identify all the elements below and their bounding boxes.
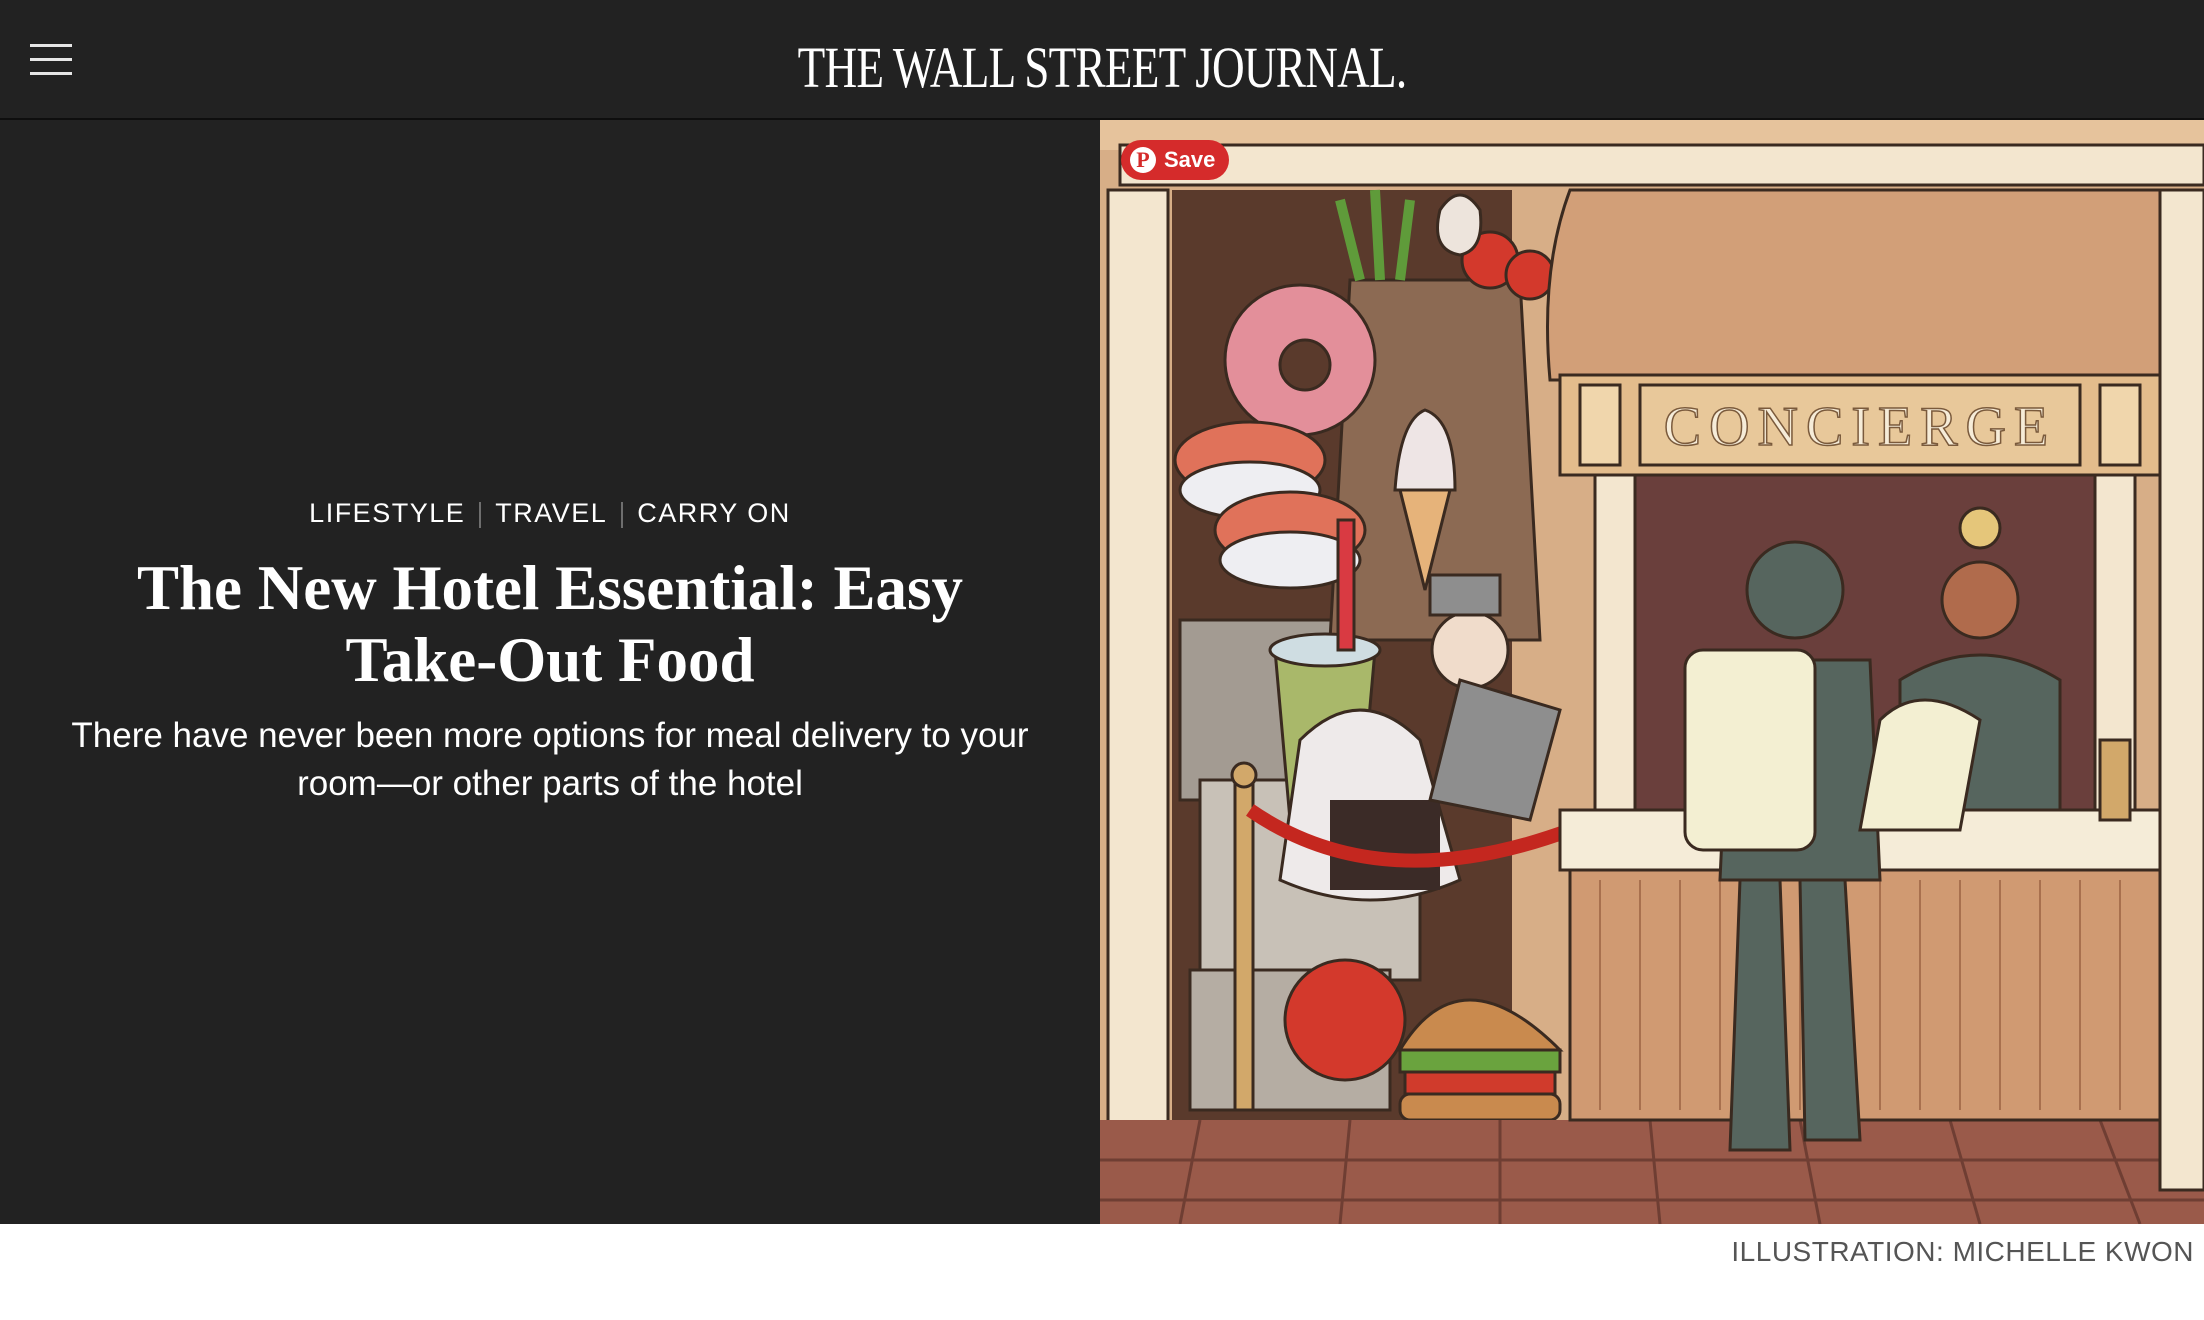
breadcrumb-lifestyle[interactable]: LIFESTYLE [295,498,479,528]
image-caption: ILLUSTRATION: MICHELLE KWON [1731,1236,2194,1267]
save-label: Save [1164,147,1216,172]
concierge-sign: CONCIERGE [1664,396,2056,458]
apple [1283,958,1407,1082]
left-column [1106,188,1170,1192]
breadcrumb: LIFESTYLE TRAVEL CARRY ON [0,498,1100,529]
site-header: THE WALL STREET JOURNAL. [0,0,2204,120]
hero-illustration: CONCIERGE [1100,120,2204,1224]
breadcrumb-travel[interactable]: TRAVEL [481,498,621,528]
article-dek: There have never been more options for m… [71,716,1029,803]
article-headline: The New Hotel Essential: Easy Take-Out F… [137,553,963,695]
pinterest-icon: P [1130,147,1156,173]
pinterest-save-button[interactable]: P Save [1121,140,1229,180]
breadcrumb-carry-on[interactable]: CARRY ON [623,498,805,528]
delivery-backpack [1683,648,1817,852]
wsj-logo[interactable]: THE WALL STREET JOURNAL. [242,34,1961,101]
hamburger-menu-icon[interactable] [30,44,72,80]
